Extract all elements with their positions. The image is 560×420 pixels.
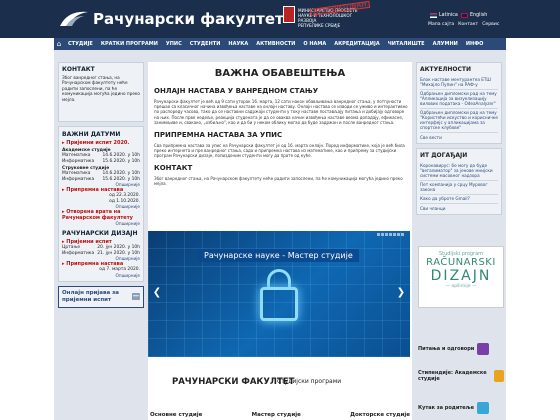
- study-programs-label: Студијски програми: [277, 378, 342, 385]
- site-title[interactable]: Рачунарски факултет: [93, 10, 284, 28]
- online-application-box[interactable]: Онлајн пријава за пријемни испит ▤: [58, 285, 144, 308]
- all-articles-link[interactable]: Сви чланци: [420, 206, 498, 211]
- form-icon: ▤: [131, 291, 140, 302]
- dates-box: ВАЖНИ ДАТУМИ ▸ Пријемни испит 2020. Акад…: [58, 126, 144, 282]
- section-text: Због ванредног стања, на Рачунарском фак…: [154, 175, 403, 186]
- padlock-icon: [260, 287, 298, 321]
- nav-about[interactable]: О НАМА: [299, 38, 330, 50]
- main-nav: ⌂ СТУДИЈЕ КРАТКИ ПРОГРАМИ УПИС СТУДЕНТИ …: [54, 38, 506, 50]
- nav-students[interactable]: СТУДЕНТИ: [186, 38, 225, 50]
- service-link[interactable]: Сервис: [482, 22, 499, 27]
- news-title: АКТУЕЛНОСТИ: [420, 66, 471, 73]
- image-slider[interactable]: Рачунарске науке - Мастер студије ❮ ❯: [148, 231, 410, 357]
- news-item[interactable]: Одбрањен дипломски рад на тему "Апликаци…: [420, 90, 498, 109]
- doctoral-studies-link[interactable]: Докторске студије: [350, 412, 410, 418]
- event-item[interactable]: Како да уброте Gmail?: [420, 195, 498, 204]
- slider-dots[interactable]: [377, 233, 404, 236]
- section-text: Рачунарски факултет је већ од 9 сати уто…: [154, 99, 408, 125]
- basic-studies-link[interactable]: Основне студије: [150, 412, 202, 418]
- family-icon: [476, 402, 489, 414]
- news-item[interactable]: Блок наставе ментурантеа ЕТШ "Михајло Пу…: [420, 76, 498, 90]
- design-title: РАЧУНАРСКИ ДИЗАЈН: [62, 230, 138, 237]
- nav-enrollment[interactable]: УПИС: [162, 38, 186, 50]
- nav-studies[interactable]: СТУДИЈЕ: [64, 38, 97, 50]
- slider-caption[interactable]: Рачунарске науке - Мастер студије: [198, 249, 359, 262]
- uk-flag-icon: [461, 13, 468, 18]
- padlock-shackle: [267, 269, 291, 289]
- lang-latin-link[interactable]: Latinica: [430, 13, 458, 18]
- question-icon: [477, 343, 490, 355]
- slider-prev-icon[interactable]: ❮: [152, 286, 162, 300]
- nav-accreditation[interactable]: АКРЕДИТАЦИЈА: [330, 38, 384, 50]
- nav-reading-room[interactable]: ЧИТАЛИШТЕ: [384, 38, 429, 50]
- online-application-link[interactable]: Онлајн пријава за пријемни испит: [62, 290, 128, 304]
- ad-title-1: RAČUNARSKI: [426, 257, 496, 268]
- ministry-badge[interactable]: МИНИСТАРСТВО ПРОСВЕТЕ НАУКЕ И ТЕХНОЛОШКО…: [298, 0, 370, 28]
- more-link[interactable]: Опширније: [62, 221, 140, 226]
- contact-text: Због ванредног стања, на Рачунарском фак…: [62, 75, 140, 102]
- contact-title: КОНТАКТ: [62, 66, 95, 73]
- section-title: ПРИПРЕМНА НАСТАВА ЗА УПИС: [154, 131, 283, 140]
- date-heading[interactable]: ▸ Пријемни испит 2020.: [62, 140, 140, 146]
- study-levels: Основне студије Мастер студије Докторске…: [150, 412, 410, 418]
- design-program-ad[interactable]: Studijski program RAČUNARSKI DIZAJN — op…: [418, 246, 504, 308]
- sitemap-link[interactable]: Мапа сајта: [428, 22, 454, 27]
- section-title: КОНТАКТ: [154, 163, 193, 172]
- nav-short-programs[interactable]: КРАТКИ ПРОГРАМИ: [97, 38, 162, 50]
- left-sidebar: КОНТАКТ Због ванредног стања, на Рачунар…: [58, 62, 144, 312]
- ad-title-2: DIZAJN: [430, 268, 492, 284]
- top-links: Мапа сајта Контакт Сервис: [428, 22, 499, 27]
- section-text: Сва припремна настава за упис на Рачунар…: [154, 143, 405, 159]
- section-title: ОНЛАЈН НАСТАВА У ВАНРЕДНОМ СТАЊУ: [154, 87, 319, 95]
- contact-link[interactable]: Контакт: [458, 22, 478, 27]
- serbia-flag-icon: [430, 13, 437, 18]
- nav-info[interactable]: ИНФО: [462, 38, 488, 50]
- trophy-icon: [494, 370, 504, 382]
- nav-science[interactable]: НАУКА: [224, 38, 252, 50]
- slider-next-icon[interactable]: ❯: [396, 286, 406, 300]
- date-row: Информатика 15.6.2020. у 10h: [62, 158, 140, 164]
- page-title: ВАЖНА ОБАВЕШТЕЊА: [214, 68, 346, 79]
- serbia-crest-icon: [283, 6, 295, 23]
- news-item[interactable]: Одбрањен дипломски рад на тему "Користећ…: [420, 109, 498, 133]
- news-box: АКТУЕЛНОСТИ Блок наставе ментурантеа ЕТШ…: [416, 62, 502, 144]
- right-sidebar: АКТУЕЛНОСТИ Блок наставе ментурантеа ЕТШ…: [416, 62, 502, 219]
- lang-english-link[interactable]: English: [461, 13, 487, 18]
- all-news-link[interactable]: Све вести: [420, 135, 498, 140]
- more-link[interactable]: Опширније: [62, 273, 140, 278]
- nav-activities[interactable]: АКТИВНОСТИ: [252, 38, 299, 50]
- nav-alumni[interactable]: АЛУМНИ: [429, 38, 462, 50]
- faculty-logo-icon[interactable]: [58, 6, 90, 30]
- dates-title: ВАЖНИ ДАТУМИ: [62, 131, 121, 138]
- ad-more: — opširnije —: [445, 284, 477, 289]
- parents-corner-link[interactable]: Кутак за родитеље: [418, 402, 504, 414]
- events-title: ИТ ДОГАЂАЈИ: [420, 152, 468, 159]
- event-item[interactable]: Коронавирус: 6е могу до буде "вегалимато…: [420, 162, 498, 181]
- date-heading[interactable]: ▸ Отворена врата на Рачунарском факултет…: [62, 209, 140, 221]
- master-studies-link[interactable]: Мастер студије: [252, 412, 301, 418]
- faq-link[interactable]: Питања и одговори: [418, 343, 504, 355]
- event-item[interactable]: Пет компанија у срцу Муровог закона: [420, 181, 498, 195]
- events-box: ИТ ДОГАЂАЈИ Коронавирус: 6е могу до буде…: [416, 148, 502, 215]
- scholarships-link[interactable]: Стипендије: Академске студије: [418, 370, 504, 382]
- home-icon[interactable]: ⌂: [54, 38, 64, 50]
- site-header: Рачунарски факултет МИНИСТАРСТВО ПРОСВЕТ…: [0, 0, 560, 38]
- contact-box: КОНТАКТ Због ванредног стања, на Рачунар…: [58, 62, 144, 122]
